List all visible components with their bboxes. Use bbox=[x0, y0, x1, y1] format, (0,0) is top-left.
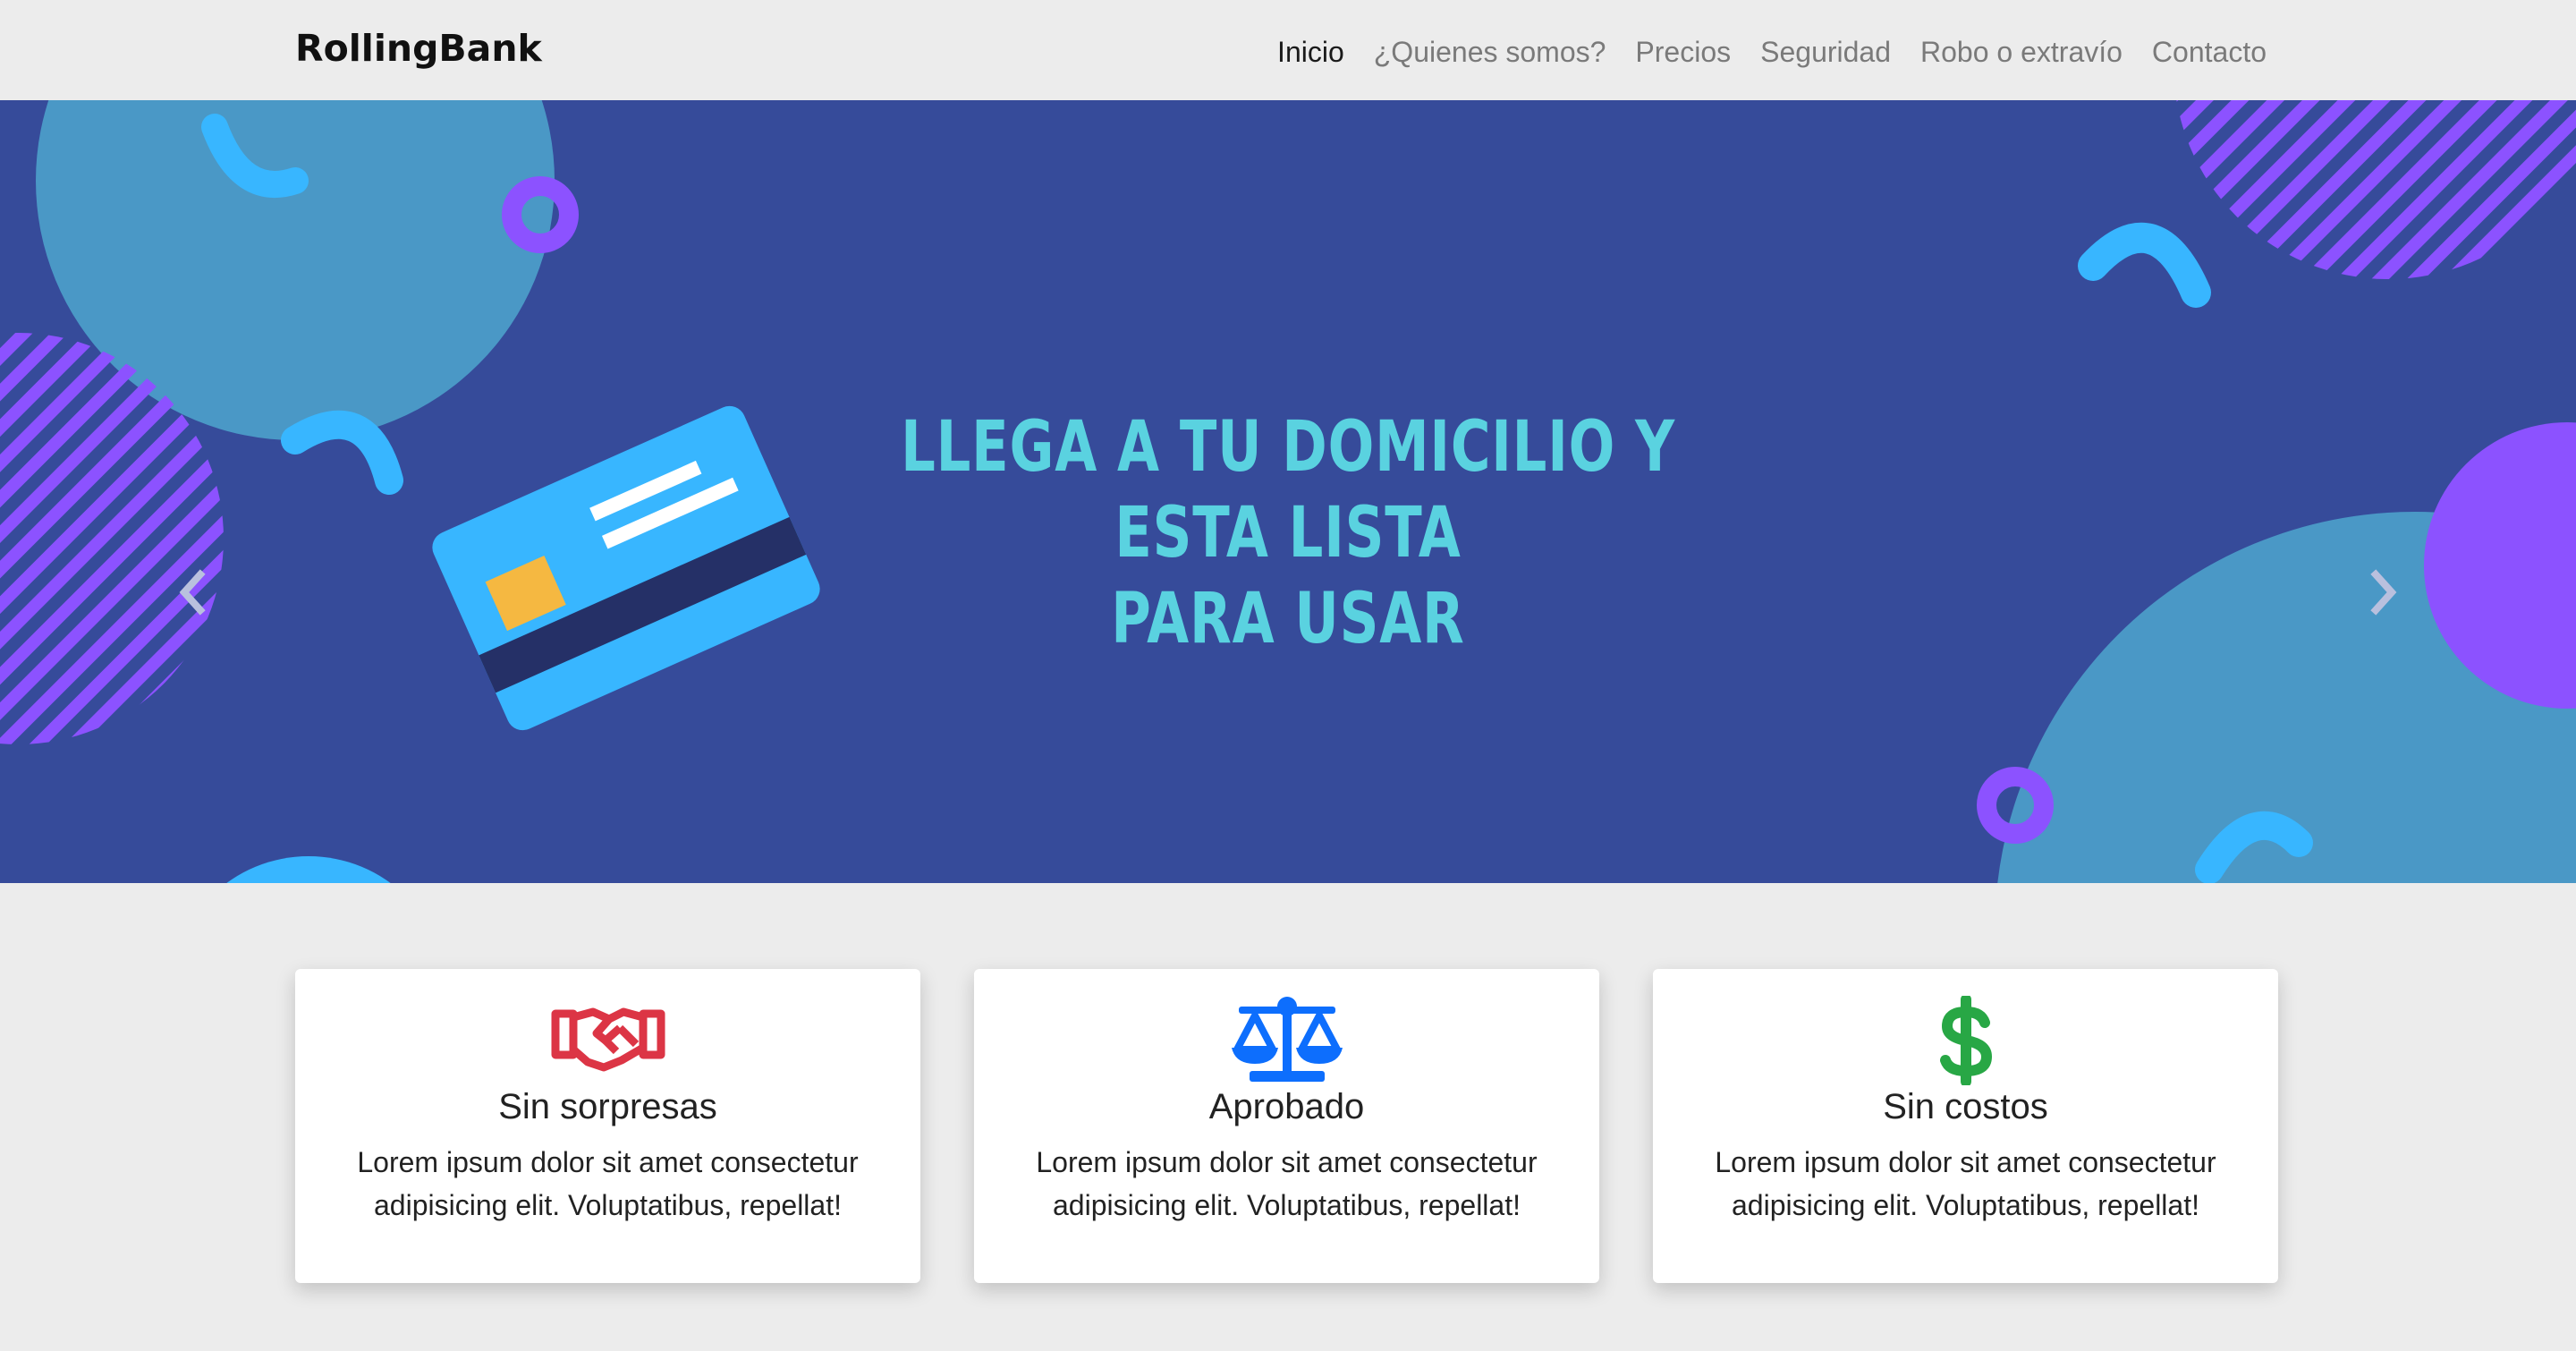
nav-links: Inicio ¿Quienes somos? Precios Seguridad… bbox=[1248, 30, 2267, 73]
card-title: Sin sorpresas bbox=[498, 1087, 717, 1126]
nav-link-inicio[interactable]: Inicio bbox=[1277, 30, 1344, 73]
carousel-prev-button[interactable] bbox=[166, 557, 220, 628]
card-text: Lorem ipsum dolor sit amet consectetur a… bbox=[357, 1146, 859, 1221]
navbar: RollingBank Inicio ¿Quienes somos? Preci… bbox=[0, 0, 2576, 100]
carousel-next-button[interactable] bbox=[2356, 557, 2410, 628]
feature-card-sin-costos: Sin costos Lorem ipsum dolor sit amet co… bbox=[1653, 969, 2278, 1283]
card-title: Sin costos bbox=[1883, 1087, 2048, 1126]
carousel-headline: LLEGA A TU DOMICILIO Y ESTA LISTA PARA U… bbox=[869, 404, 1707, 662]
card-text: Lorem ipsum dolor sit amet consectetur a… bbox=[1715, 1146, 2216, 1221]
nav-link-precios[interactable]: Precios bbox=[1635, 30, 1731, 73]
handshake-icon bbox=[551, 1007, 665, 1072]
chevron-right-icon bbox=[2370, 569, 2397, 616]
balance-scale-icon bbox=[1231, 997, 1343, 1082]
nav-link-contacto[interactable]: Contacto bbox=[2152, 30, 2267, 73]
carousel-headline-line-2: PARA USAR bbox=[1111, 579, 1465, 659]
nav-link-seguridad[interactable]: Seguridad bbox=[1760, 30, 1891, 73]
nav-link-quienes-somos[interactable]: ¿Quienes somos? bbox=[1374, 30, 1606, 73]
dollar-sign-icon bbox=[1939, 996, 1992, 1085]
brand-logo[interactable]: RollingBank bbox=[295, 23, 542, 73]
card-title: Aprobado bbox=[1208, 1087, 1365, 1126]
card-text: Lorem ipsum dolor sit amet consectetur a… bbox=[1036, 1146, 1538, 1221]
hero-carousel: LLEGA A TU DOMICILIO Y ESTA LISTA PARA U… bbox=[0, 100, 2576, 883]
feature-card-aprobado: Aprobado Lorem ipsum dolor sit amet cons… bbox=[974, 969, 1599, 1283]
carousel-headline-line-1: LLEGA A TU DOMICILIO Y ESTA LISTA bbox=[901, 407, 1675, 574]
feature-cards: Sin sorpresas Lorem ipsum dolor sit amet… bbox=[295, 969, 2332, 1283]
feature-card-sin-sorpresas: Sin sorpresas Lorem ipsum dolor sit amet… bbox=[295, 969, 920, 1283]
chevron-left-icon bbox=[179, 569, 206, 616]
nav-link-robo-extravio[interactable]: Robo o extravío bbox=[1920, 30, 2123, 73]
